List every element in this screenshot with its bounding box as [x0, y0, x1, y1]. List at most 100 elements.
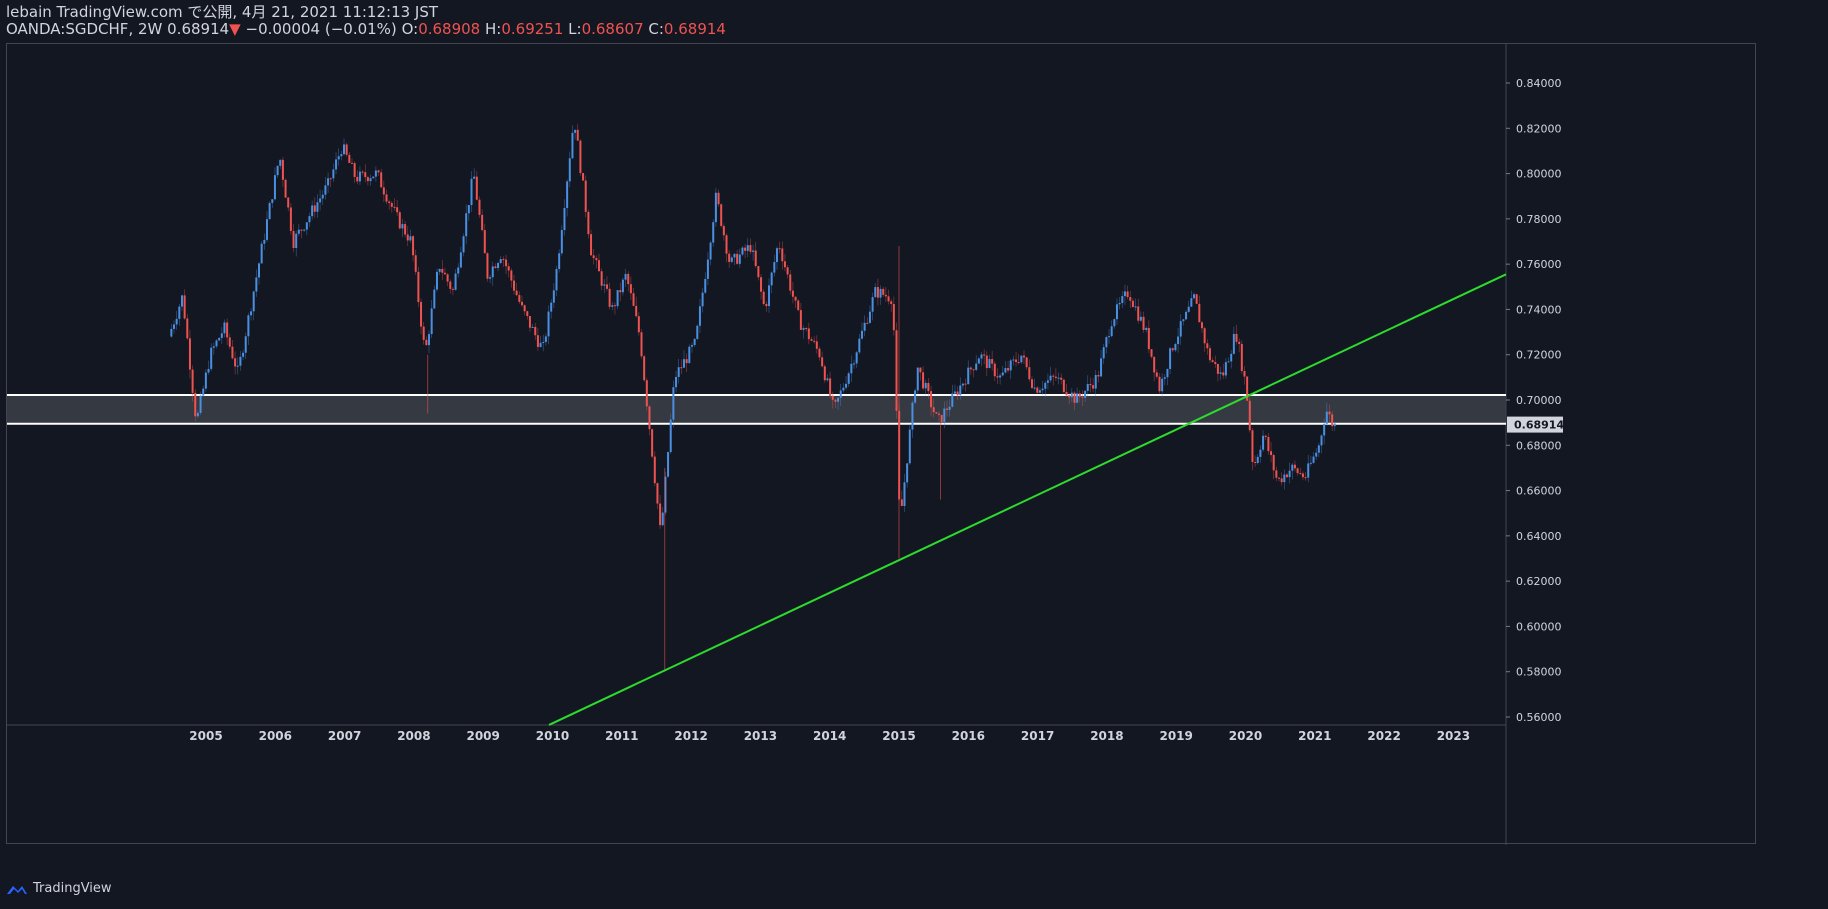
candle-body — [215, 340, 218, 347]
close-value: 0.68914 — [663, 20, 726, 38]
candle-body — [513, 280, 516, 291]
candle-body — [1288, 470, 1291, 478]
candle-body — [1179, 321, 1182, 337]
candle-body — [1280, 478, 1283, 483]
candle-body — [1331, 414, 1334, 427]
candle-body — [807, 328, 810, 340]
candle-body — [1224, 362, 1227, 376]
candle-body — [170, 328, 173, 337]
candle-body — [653, 456, 656, 484]
candle-body — [659, 503, 662, 526]
down-arrow-icon: ▼ — [229, 20, 241, 38]
candle-body — [1068, 395, 1071, 398]
candle-body — [353, 163, 356, 177]
candle-body — [313, 205, 316, 212]
candle-body — [1262, 435, 1265, 450]
candle-body — [1060, 377, 1063, 380]
candle-body — [1238, 341, 1241, 344]
candle-body — [252, 291, 255, 312]
candle-body — [1256, 456, 1259, 463]
candle-body — [571, 132, 574, 159]
candle-body — [255, 277, 258, 292]
candle-body — [563, 207, 566, 231]
candle-body — [781, 248, 784, 262]
candle-body — [1323, 423, 1326, 436]
candle-body — [173, 324, 176, 329]
candle-body — [499, 259, 502, 263]
candle-body — [343, 144, 346, 155]
candle-body — [305, 222, 308, 230]
candle-body — [502, 259, 505, 261]
candle-body — [462, 236, 465, 253]
candle-body — [1023, 355, 1026, 358]
candle-body — [879, 288, 882, 298]
footer-brand[interactable]: TradingView — [33, 881, 112, 896]
candle-body — [890, 301, 893, 304]
candle-body — [760, 277, 763, 292]
candle-body — [1020, 355, 1023, 363]
candle-body — [823, 366, 826, 381]
y-tick-label: 0.62000 — [1516, 575, 1562, 588]
candle-body — [1203, 328, 1206, 344]
candle-body — [228, 337, 231, 347]
candle-body — [975, 363, 978, 370]
candle-body — [380, 172, 383, 188]
candle-body — [1046, 380, 1049, 383]
symbol-interval: OANDA:SGDCHF, 2W — [6, 20, 163, 38]
candle-body — [566, 181, 569, 208]
candle-body — [868, 311, 871, 323]
candle-body — [908, 429, 911, 464]
candle-body — [845, 383, 848, 388]
candle-body — [712, 222, 715, 243]
candle-body — [1105, 337, 1108, 348]
candle-body — [1309, 462, 1312, 464]
candle-body — [839, 390, 842, 398]
candle-body — [930, 391, 933, 408]
candle-body — [369, 178, 372, 182]
candle-body — [728, 253, 731, 262]
candle-body — [1123, 291, 1126, 297]
candle-body — [281, 159, 284, 180]
candle-body — [701, 292, 704, 307]
candle-body — [1291, 464, 1294, 471]
candle-body — [1015, 359, 1018, 363]
candle-body — [574, 129, 577, 133]
candle-body — [704, 278, 707, 293]
x-tick-label: 2020 — [1229, 729, 1262, 743]
candle-body — [605, 284, 608, 289]
tradingview-logo-icon — [7, 885, 27, 894]
chart-pane[interactable]: 0.56000 0.58000 0.60000 0.62000 0.64000 0.660… — [6, 43, 1757, 845]
candle-body — [717, 192, 720, 205]
candle-body — [1115, 304, 1118, 320]
candle-body — [1054, 376, 1057, 378]
candle-body — [621, 279, 624, 293]
candle-body — [295, 233, 298, 249]
candle-body — [815, 341, 818, 349]
candle-body — [505, 259, 508, 267]
candle-body — [786, 267, 789, 275]
candle-body — [467, 205, 470, 214]
candle-body — [366, 177, 369, 182]
candlestick-chart[interactable]: 0.56000 0.58000 0.60000 0.62000 0.64000 0.660… — [7, 44, 1757, 845]
candle-body — [1145, 327, 1148, 330]
open-value: 0.68908 — [418, 20, 481, 38]
x-tick-label: 2011 — [605, 729, 638, 743]
candle-body — [1126, 291, 1129, 298]
candle-body — [364, 172, 367, 178]
y-tick-label: 0.74000 — [1516, 303, 1562, 316]
candle-body — [1052, 375, 1055, 377]
candle-body — [435, 271, 438, 290]
y-tick-label: 0.78000 — [1516, 213, 1562, 226]
candle-body — [744, 247, 747, 251]
y-tick-label: 0.68000 — [1516, 439, 1562, 452]
candle-body — [223, 322, 226, 334]
candle-body — [316, 202, 319, 212]
candle-body — [388, 201, 391, 204]
candle-body — [818, 348, 821, 358]
candle-body — [637, 316, 640, 333]
candle-body — [1232, 333, 1235, 354]
candle-body — [672, 387, 675, 420]
candle-body — [1320, 435, 1323, 446]
candle-body — [1235, 333, 1238, 342]
x-tick-label: 2010 — [536, 729, 569, 743]
